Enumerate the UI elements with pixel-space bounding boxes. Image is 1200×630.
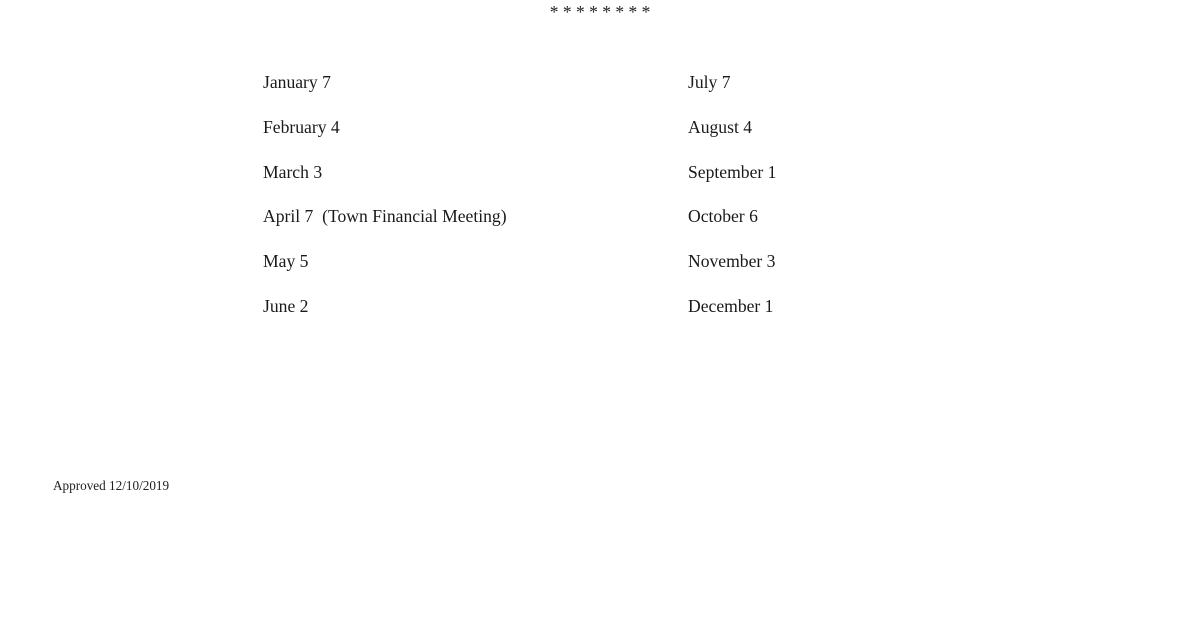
schedule-entry: March 3 (263, 161, 323, 182)
document-page: * * * * * * * * January 7 February 4 Mar… (0, 0, 1200, 630)
asterisk-separator: * * * * * * * * (549, 2, 651, 22)
schedule-column-left: January 7 February 4 March 3 April 7 (To… (263, 70, 507, 339)
schedule-entry: January 7 (263, 72, 331, 92)
schedule-entry: May 5 (263, 251, 309, 272)
schedule-column-right: July 7 August 4 September 1 October 6 No… (688, 70, 776, 339)
approval-date-line: Approved 12/10/2019 (53, 478, 170, 493)
schedule-entry: November 3 (688, 251, 776, 272)
schedule-entry: June 2 (263, 295, 309, 316)
schedule-entry: February 4 (263, 116, 340, 137)
schedule-entry: September 1 (688, 161, 777, 182)
schedule-entry: October 6 (688, 206, 758, 227)
schedule-entry: December 1 (688, 295, 774, 316)
schedule-entry: July 7 (688, 72, 731, 92)
schedule-entry: August 4 (688, 116, 753, 137)
schedule-entry: April 7 (Town Financial Meeting) (263, 206, 507, 227)
